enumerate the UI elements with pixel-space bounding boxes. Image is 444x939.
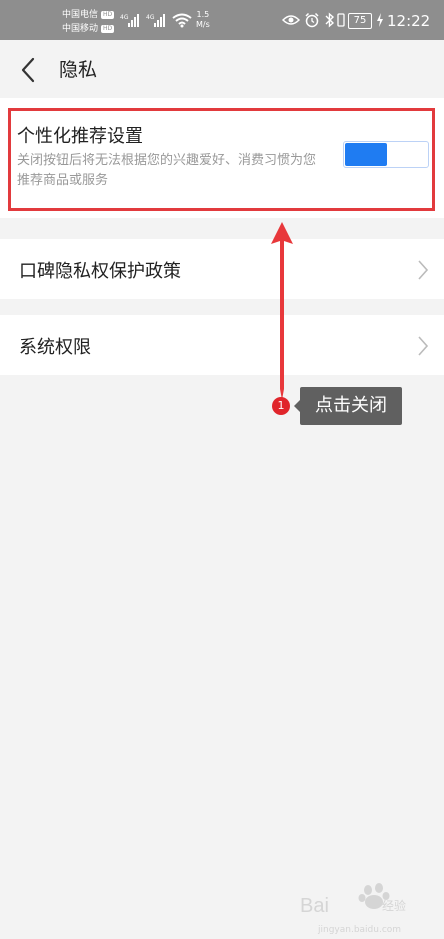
battery-indicator: 75 — [348, 13, 372, 29]
page-title: 隐私 — [59, 59, 98, 81]
chevron-right-icon — [418, 260, 429, 280]
hd-badge: HD — [101, 11, 115, 19]
toggle-knob — [388, 143, 427, 166]
vibrate-icon — [337, 13, 345, 27]
hd-badge: HD — [101, 25, 115, 33]
bluetooth-icon — [325, 12, 335, 28]
net-speed: 1.5 M/s — [196, 10, 210, 30]
net-speed-value: 1.5 — [196, 10, 210, 19]
svg-text:Bai: Bai — [300, 895, 329, 917]
eye-icon — [282, 15, 300, 25]
wifi-icon — [172, 13, 192, 28]
carrier-2: 中国移动 HD — [62, 24, 115, 34]
privacy-policy-label: 口碑隐私权保护政策 — [19, 261, 181, 282]
svg-text:jingyan.baidu.com: jingyan.baidu.com — [317, 925, 401, 935]
system-permissions-row[interactable]: 系统权限 — [0, 315, 444, 375]
header-bar: 隐私 — [0, 40, 444, 98]
recommendation-description: 关闭按钮后将无法根据您的兴趣爱好、消费习惯为您推荐商品或服务 — [17, 153, 317, 188]
net-speed-unit: M/s — [196, 20, 210, 29]
privacy-policy-row[interactable]: 口碑隐私权保护政策 — [0, 239, 444, 299]
step-number-badge: 1 — [272, 397, 290, 415]
svg-text:4G: 4G — [146, 14, 155, 21]
svg-text:经验: 经验 — [382, 898, 406, 913]
clock: 12:22 — [387, 12, 431, 30]
toggle-fill — [345, 143, 387, 166]
recommendation-title: 个性化推荐设置 — [17, 126, 143, 147]
back-arrow-icon[interactable] — [20, 57, 36, 83]
status-bar: 中国电信 HD 中国移动 HD 4G 4G 1.5 M/s 75 12:22 — [0, 0, 444, 40]
annotation-arrow-icon — [271, 222, 293, 400]
annotation-tooltip: 点击关闭 — [300, 387, 402, 425]
chevron-right-icon — [418, 336, 429, 356]
carrier-1: 中国电信 HD — [62, 10, 115, 20]
recommendation-settings-card: 个性化推荐设置 关闭按钮后将无法根据您的兴趣爱好、消费习惯为您推荐商品或服务 — [0, 98, 444, 218]
charging-icon — [377, 13, 383, 27]
system-permissions-label: 系统权限 — [19, 337, 91, 358]
recommendation-toggle[interactable] — [343, 141, 429, 168]
svg-text:4G: 4G — [120, 14, 129, 21]
signal-icon: 4G — [120, 14, 139, 27]
baidu-watermark-logo: Bai 经验 jingyan.baidu.com — [300, 883, 406, 935]
carrier-1-label: 中国电信 — [62, 10, 99, 20]
alarm-icon — [305, 12, 319, 28]
carrier-2-label: 中国移动 — [62, 24, 99, 34]
signal-icon: 4G — [146, 14, 165, 27]
